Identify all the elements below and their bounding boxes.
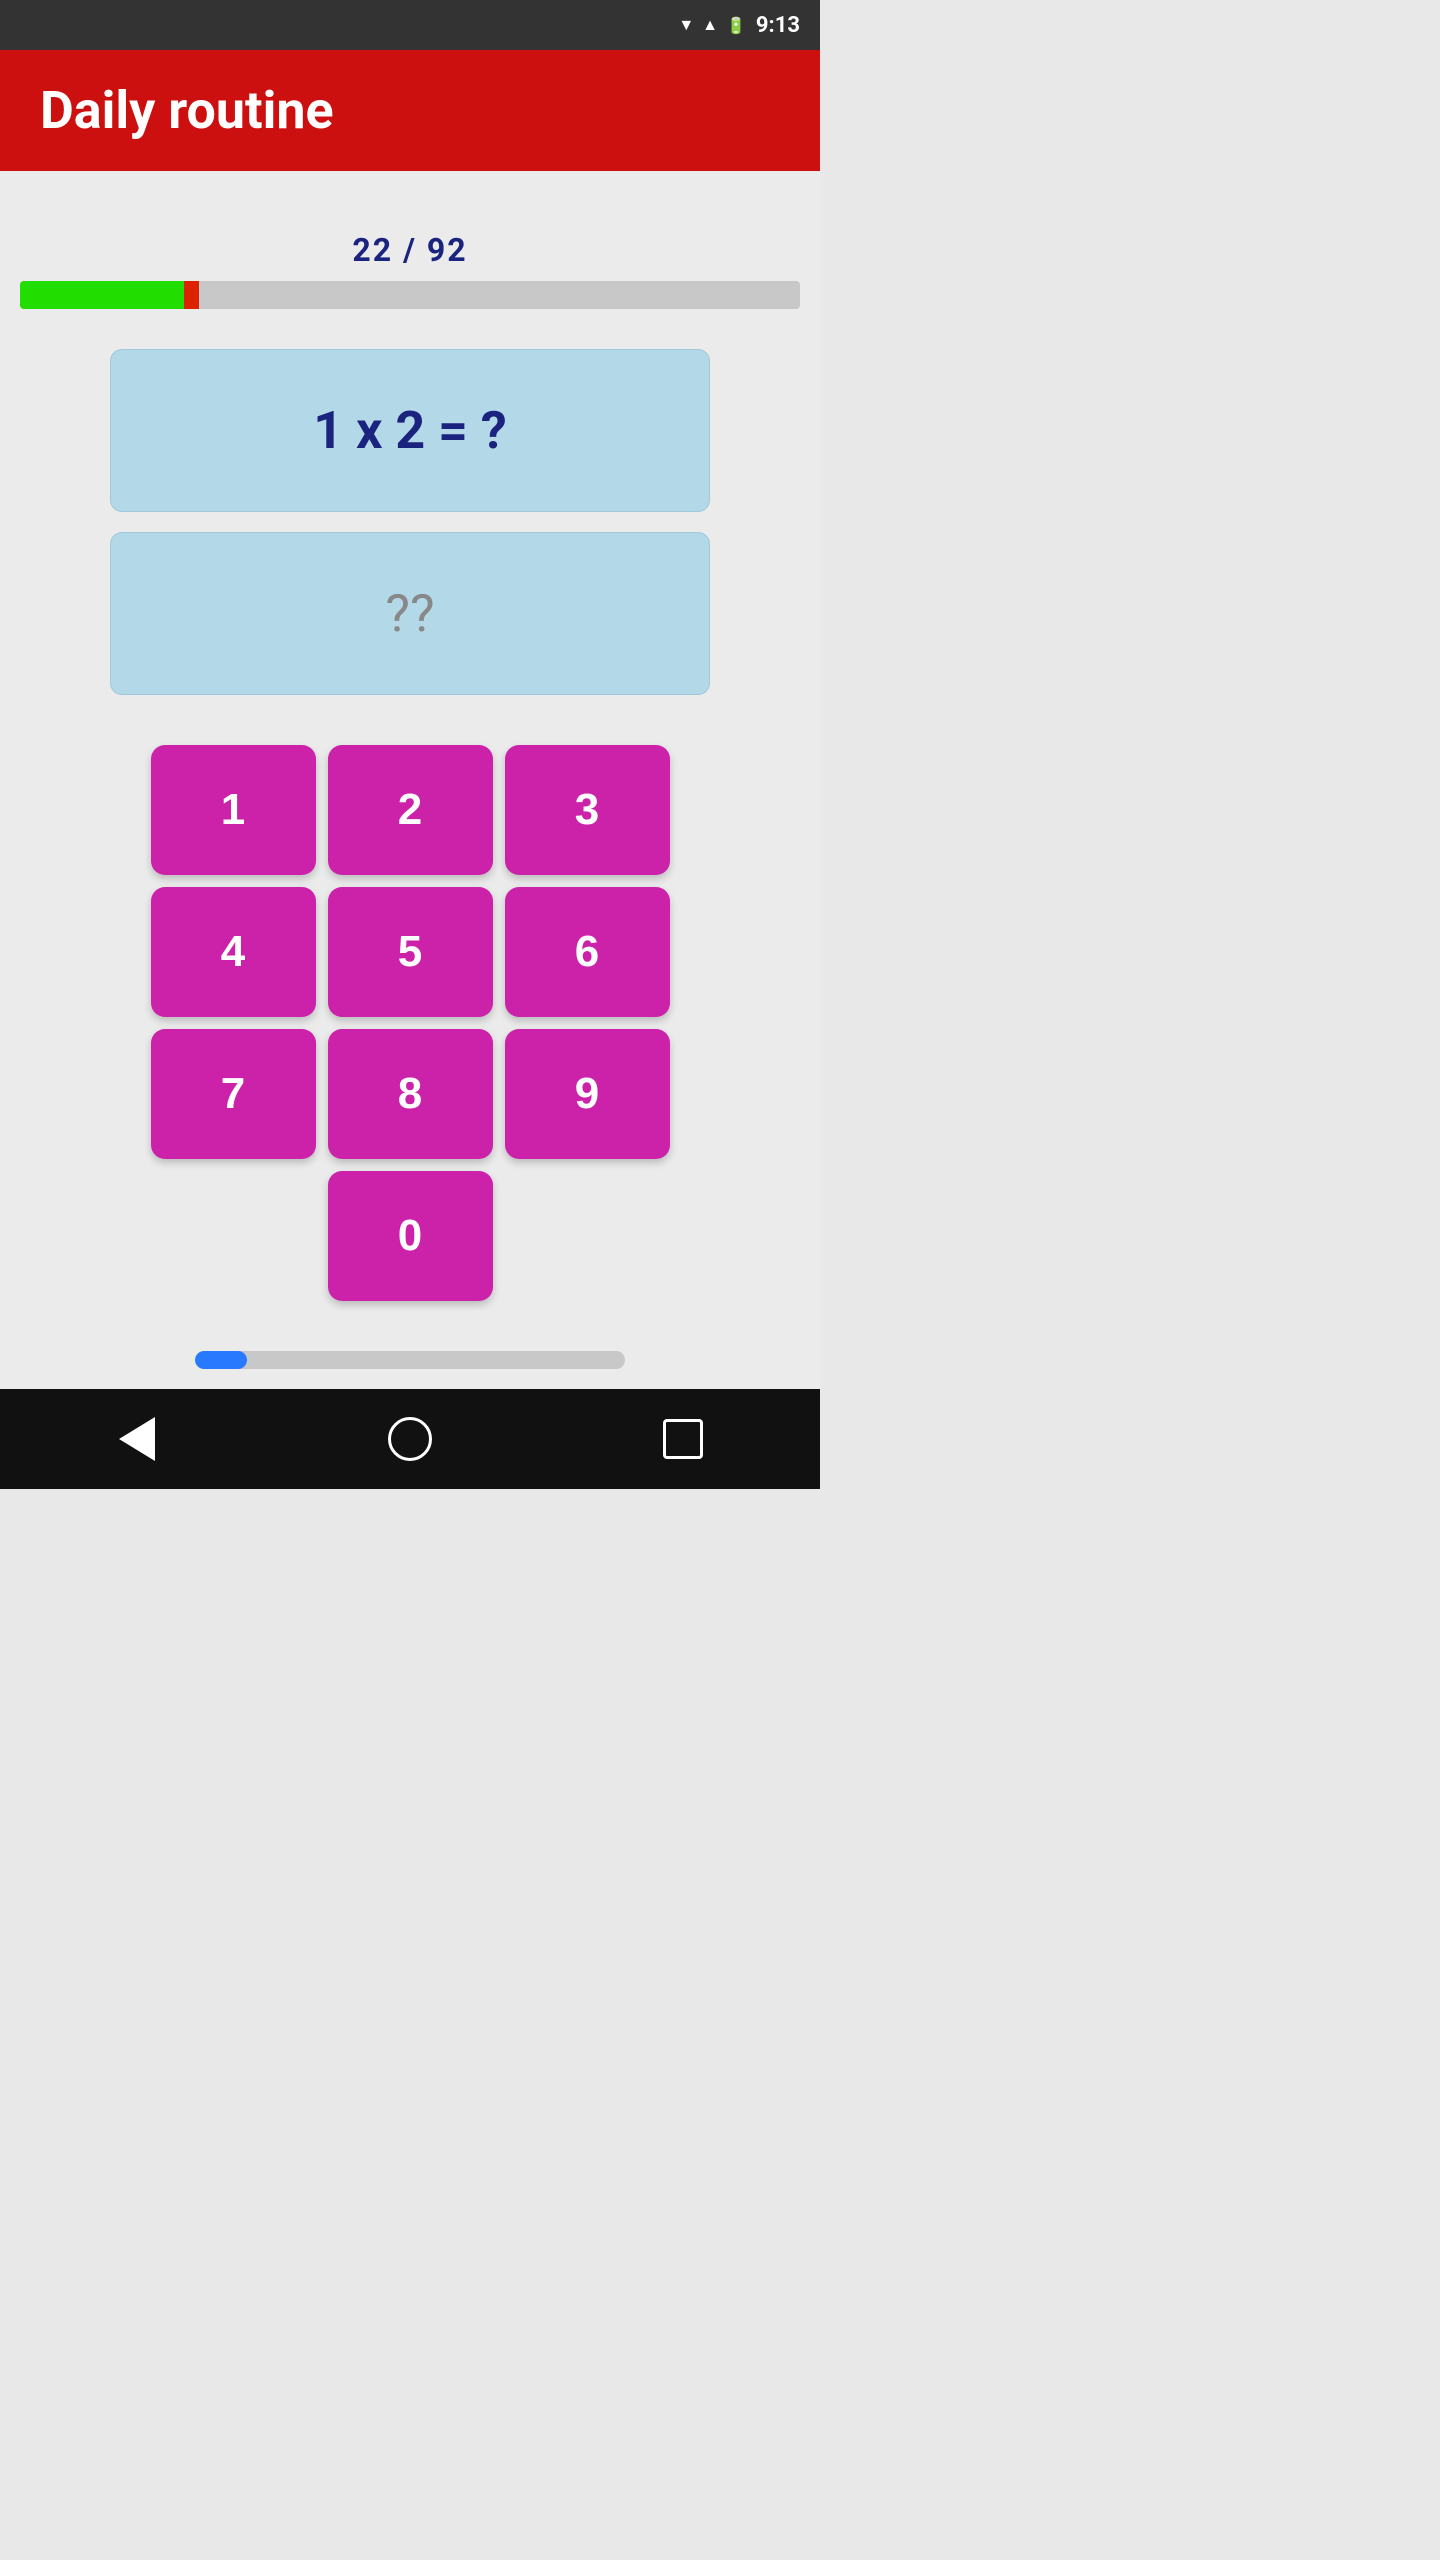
numpad-btn-0[interactable]: 0 (328, 1171, 493, 1301)
app-bar: Daily routine (0, 50, 820, 171)
status-bar: ▼ ▲ 🔋 9:13 (0, 0, 820, 50)
nav-recents-button[interactable] (653, 1409, 713, 1469)
numpad-btn-4[interactable]: 4 (151, 887, 316, 1017)
wifi-icon: ▼ (678, 15, 694, 35)
numpad-btn-5[interactable]: 5 (328, 887, 493, 1017)
battery-icon: 🔋 (726, 16, 746, 35)
numpad-btn-7[interactable]: 7 (151, 1029, 316, 1159)
progress-bar-red (184, 281, 200, 309)
nav-bar (0, 1389, 820, 1489)
answer-card: ?? (110, 532, 710, 695)
numpad-row-2: 4 5 6 (151, 887, 670, 1017)
bottom-progress-bar (195, 1351, 247, 1369)
numpad-btn-6[interactable]: 6 (505, 887, 670, 1017)
signal-icon: ▲ (702, 15, 718, 35)
question-text: 1 x 2 = ? (141, 400, 679, 461)
status-icons: ▼ ▲ 🔋 (678, 15, 746, 35)
nav-back-button[interactable] (107, 1409, 167, 1469)
bottom-progress-container (195, 1351, 625, 1369)
question-card: 1 x 2 = ? (110, 349, 710, 512)
nav-home-button[interactable] (380, 1409, 440, 1469)
numpad-btn-8[interactable]: 8 (328, 1029, 493, 1159)
recents-icon (663, 1419, 703, 1459)
progress-bar-green (20, 281, 184, 309)
home-icon (388, 1417, 432, 1461)
answer-text: ?? (385, 583, 434, 644)
main-content: 22 / 92 1 x 2 = ? ?? 1 2 3 4 5 6 7 8 9 0 (0, 171, 820, 1389)
status-time: 9:13 (756, 13, 800, 38)
numpad-row-4: 0 (328, 1171, 493, 1301)
numpad-btn-1[interactable]: 1 (151, 745, 316, 875)
progress-section: 22 / 92 (20, 231, 800, 309)
page-title: Daily routine (40, 80, 780, 141)
numpad: 1 2 3 4 5 6 7 8 9 0 (151, 745, 670, 1301)
numpad-btn-2[interactable]: 2 (328, 745, 493, 875)
progress-text: 22 / 92 (352, 231, 467, 269)
numpad-btn-3[interactable]: 3 (505, 745, 670, 875)
numpad-row-3: 7 8 9 (151, 1029, 670, 1159)
progress-bar-container (20, 281, 800, 309)
back-icon (119, 1417, 155, 1461)
numpad-btn-9[interactable]: 9 (505, 1029, 670, 1159)
numpad-row-1: 1 2 3 (151, 745, 670, 875)
